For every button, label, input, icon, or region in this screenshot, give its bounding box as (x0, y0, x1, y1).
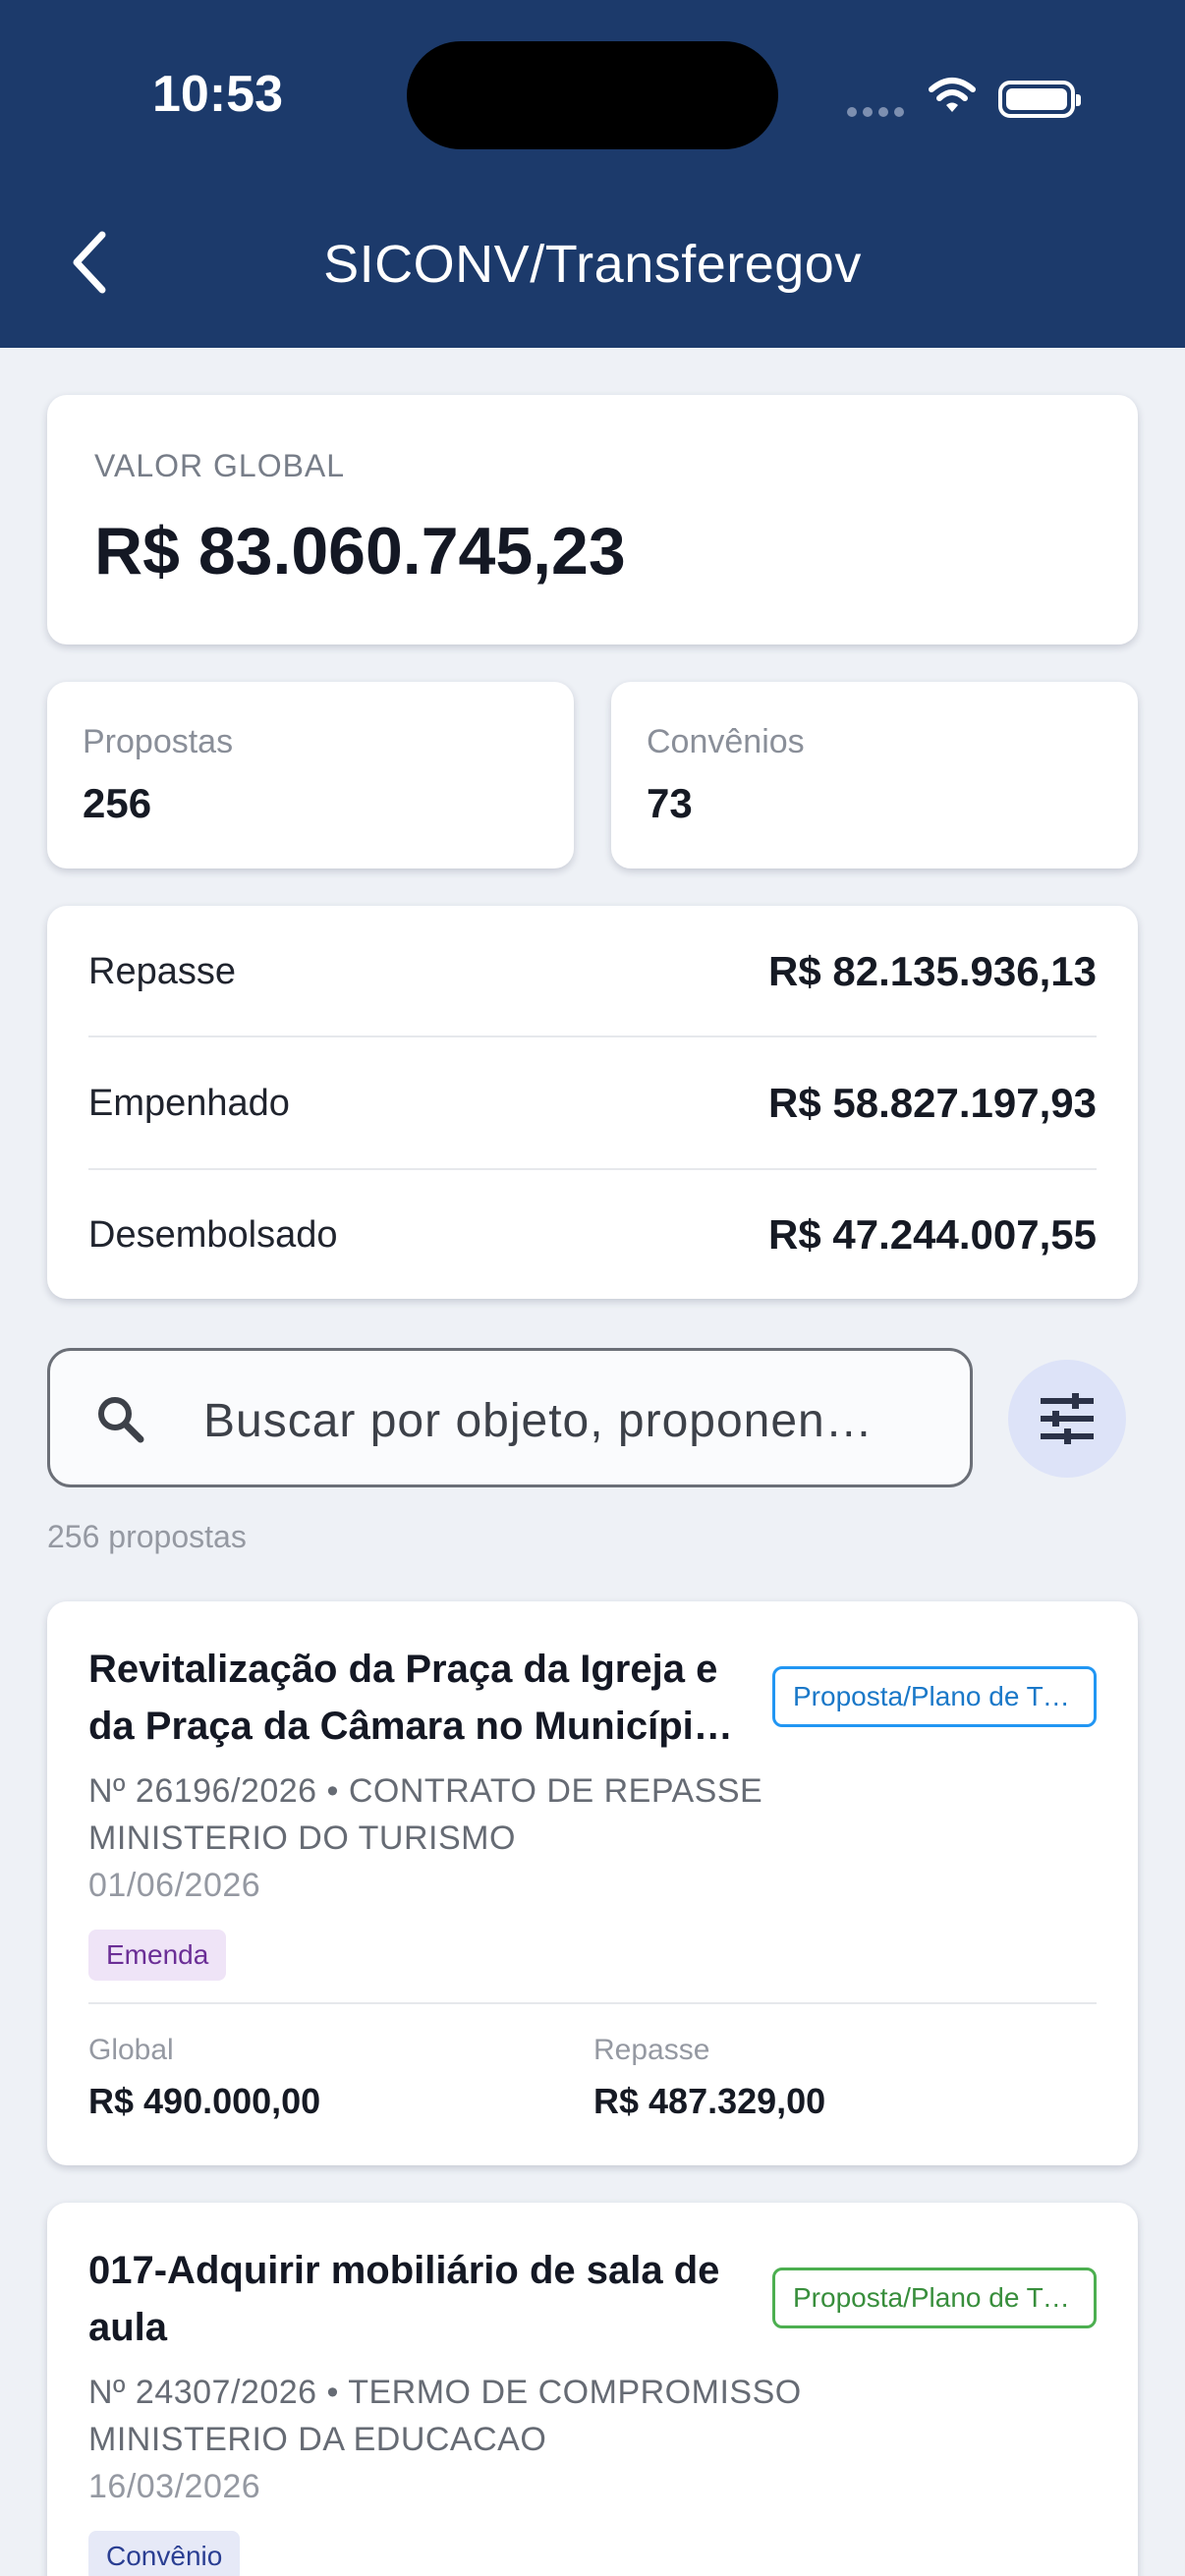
desembolsado-label: Desembolsado (88, 1213, 338, 1256)
proposal-card[interactable]: Revitalização da Praça da Igreja e da Pr… (47, 1601, 1138, 2165)
battery-icon (998, 81, 1081, 118)
wifi-icon (929, 78, 976, 112)
status-badge: Proposta/Plano de Tr… (772, 2268, 1097, 2328)
repasse-value: R$ 82.135.936,13 (768, 948, 1097, 994)
page-title: SICONV/Transferegov (323, 235, 862, 294)
empenhado-value: R$ 58.827.197,93 (768, 1080, 1097, 1126)
desembolsado-row: Desembolsado R$ 47.244.007,55 (88, 1169, 1097, 1301)
global-value-card: VALOR GLOBAL R$ 83.060.745,23 (47, 395, 1138, 644)
proposal-ministry: MINISTERIO DA EDUCACAO (88, 2421, 547, 2458)
filter-button[interactable] (1008, 1360, 1126, 1478)
divider (88, 2002, 1097, 2004)
repasse-row: Repasse R$ 82.135.936,13 (88, 906, 1097, 1037)
status-badge: Proposta/Plano de Tr… (772, 1666, 1097, 1727)
convenios-count: 73 (647, 780, 693, 826)
status-icons (847, 73, 1083, 120)
convenio-tag: Convênio (88, 2531, 241, 2576)
results-count: 256 propostas (47, 1519, 247, 1554)
global-value: R$ 490.000,00 (88, 2081, 321, 2121)
proposal-ministry: MINISTERIO DO TURISMO (88, 1820, 516, 1857)
proposal-card[interactable]: 017-Adquirir mobiliário de sala de aula … (47, 2203, 1138, 2576)
repasse-label: Repasse (593, 2034, 710, 2066)
proposal-title: 017-Adquirir mobiliário de sala de aula (88, 2249, 720, 2349)
emenda-tag: Emenda (88, 1930, 227, 1981)
global-value-amount: R$ 83.060.745,23 (94, 514, 626, 588)
search-icon (98, 1397, 144, 1443)
convenios-label: Convênios (647, 723, 805, 760)
app-header: 10:53 SICONV/Transferegov (0, 0, 1185, 348)
propostas-card: Propostas 256 (47, 682, 574, 868)
empenhado-row: Empenhado R$ 58.827.197,93 (88, 1037, 1097, 1169)
convenios-card: Convênios 73 (611, 682, 1138, 868)
global-label: Global (88, 2034, 174, 2066)
proposal-title: Revitalização da Praça da Igreja e da Pr… (88, 1648, 718, 1748)
search-placeholder: Buscar por objeto, proponen… (203, 1395, 874, 1447)
signal-icon (847, 104, 910, 122)
dynamic-island (407, 41, 778, 149)
repasse-value: R$ 487.329,00 (593, 2081, 826, 2121)
tune-icon (1041, 1393, 1094, 1444)
desembolsado-value: R$ 47.244.007,55 (768, 1211, 1097, 1258)
repasse-label: Repasse (88, 950, 236, 992)
search-input[interactable]: Buscar por objeto, proponen… (47, 1348, 973, 1487)
propostas-count: 256 (83, 780, 152, 826)
proposal-date: 16/03/2026 (88, 2468, 261, 2505)
status-time: 10:53 (152, 66, 283, 123)
propostas-label: Propostas (83, 723, 234, 760)
proposal-number: Nº 24307/2026 • TERMO DE COMPROMISSO (88, 2374, 802, 2411)
proposal-date: 01/06/2026 (88, 1867, 261, 1904)
global-value-label: VALOR GLOBAL (94, 448, 346, 483)
proposal-number: Nº 26196/2026 • CONTRATO DE REPASSE (88, 1772, 763, 1810)
values-card: Repasse R$ 82.135.936,13 Empenhado R$ 58… (47, 906, 1138, 1299)
empenhado-label: Empenhado (88, 1082, 290, 1124)
